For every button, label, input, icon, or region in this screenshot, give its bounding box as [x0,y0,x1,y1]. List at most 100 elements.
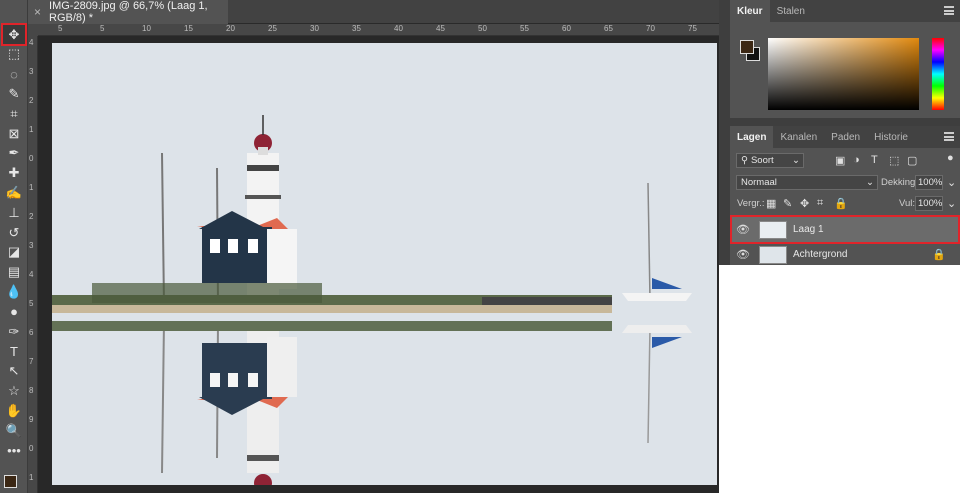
chevron-down-icon[interactable]: ⌄ [947,176,956,189]
shape-filter-icon[interactable]: ⬚ [889,154,899,167]
vertical-ruler[interactable]: 4 3 2 1 0 1 2 3 4 5 6 7 8 9 0 1 [28,36,38,493]
ruler-tick-label: 40 [394,24,403,33]
ruler-tick-label: 60 [562,24,571,33]
filter-toggle-icon[interactable]: ● [947,152,954,164]
document-tab[interactable]: × IMG-2809.jpg @ 66,7% (Laag 1, RGB/8) * [28,0,228,24]
dodge-tool-icon[interactable]: ● [3,302,25,321]
lock-icon: 🔒 [932,249,946,261]
blend-mode-value: Normaal [741,177,777,188]
ruler-tick-label: 45 [436,24,445,33]
ruler-tick-label: 3 [29,67,34,76]
smart-object-filter-icon[interactable]: ▢ [907,154,917,167]
hue-slider[interactable] [932,38,944,110]
blur-tool-icon[interactable]: 💧 [3,282,25,301]
layer-filter-select[interactable]: ⚲ Soort ⌄ [736,153,804,168]
frame-tool-icon[interactable]: ⊠ [3,124,25,143]
history-brush-tool-icon[interactable]: ↺ [3,223,25,242]
tab-kleur[interactable]: Kleur [730,0,770,22]
foreground-color-swatch[interactable] [740,40,754,54]
crop-tool-icon[interactable]: ⌗ [3,104,25,123]
color-panel-tabs: Kleur Stalen [730,0,960,22]
layer-row-laag-1[interactable]: 👁 Laag 1 [730,215,960,244]
ruler-tick-label: 10 [142,24,151,33]
opacity-label: Dekking: [881,177,918,188]
lock-label: Vergr.: [737,198,765,209]
type-tool-icon[interactable]: T [3,342,25,361]
document-area: × IMG-2809.jpg @ 66,7% (Laag 1, RGB/8) *… [28,0,719,493]
lock-artboard-icon[interactable]: ⌗ [817,197,823,210]
layer-row-achtergrond[interactable]: 👁 Achtergrond 🔒 [732,242,958,267]
close-tab-icon[interactable]: × [34,5,41,19]
ruler-tick-label: 65 [604,24,613,33]
gradient-tool-icon[interactable]: ▤ [3,263,25,282]
ruler-tick-label: 7 [29,357,34,366]
lock-all-icon[interactable]: 🔒 [834,197,848,210]
ruler-tick-label: 30 [310,24,319,33]
healing-tool-icon[interactable]: ✚ [3,164,25,183]
layer-filter-label: Soort [750,155,774,166]
move-tool-icon[interactable]: ✥ [1,23,27,46]
ruler-tick-label: 35 [352,24,361,33]
zoom-tool-icon[interactable]: 🔍 [3,421,25,440]
stamp-tool-icon[interactable]: ⊥ [3,203,25,222]
panel-gutter [719,0,730,265]
search-icon: ⚲ [741,155,748,166]
ruler-tick-label: 20 [226,24,235,33]
chevron-down-icon[interactable]: ⌄ [947,197,956,210]
tab-paden[interactable]: Paden [824,126,867,148]
layer-thumbnail [759,245,787,264]
quick-select-tool-icon[interactable]: ✎ [3,84,25,103]
ruler-tick-label: 8 [29,386,34,395]
lasso-tool-icon[interactable]: ◌ [3,65,25,84]
ruler-tick-label: 50 [478,24,487,33]
shape-tool-icon[interactable]: ☆ [3,381,25,400]
visibility-eye-icon[interactable]: 👁 [732,223,754,236]
visibility-eye-icon[interactable]: 👁 [732,248,754,261]
image-filter-icon[interactable]: ▣ [835,154,845,167]
brush-tool-icon[interactable]: ✍ [3,183,25,202]
ruler-tick-label: 2 [29,212,34,221]
tab-lagen[interactable]: Lagen [730,126,774,148]
opacity-input[interactable]: 100% [915,175,943,190]
document-tab-title: IMG-2809.jpg @ 66,7% (Laag 1, RGB/8) * [49,0,208,24]
tab-stalen[interactable]: Stalen [770,0,812,22]
tab-kanalen[interactable]: Kanalen [773,126,824,148]
hand-tool-icon[interactable]: ✋ [3,401,25,420]
ruler-tick-label: 9 [29,415,34,424]
ruler-tick-label: 6 [29,328,34,337]
document-tab-bar: × IMG-2809.jpg @ 66,7% (Laag 1, RGB/8) * [28,0,719,24]
lock-position-icon[interactable]: ✥ [800,197,809,210]
eyedropper-tool-icon[interactable]: ✒ [3,144,25,163]
horizontal-ruler[interactable]: 5 5 10 15 20 25 30 35 40 45 50 55 60 65 70 75 [38,24,719,36]
lock-transparent-icon[interactable]: ▦ [766,197,776,210]
right-panels: Kleur Stalen Lagen Kanalen Paden Histori… [730,0,960,265]
layer-name: Achtergrond [793,249,848,260]
ruler-tick-label: 5 [100,24,105,33]
opacity-value: 100% [918,177,943,188]
layer-thumbnail [759,220,787,239]
lock-image-icon[interactable]: ✎ [783,197,792,210]
pen-tool-icon[interactable]: ✑ [3,322,25,341]
ruler-tick-label: 1 [29,125,34,134]
foreground-color-swatch[interactable] [4,475,17,488]
image-canvas[interactable] [52,43,717,485]
fill-input[interactable]: 100% [915,196,943,211]
ruler-tick-label: 4 [29,38,34,47]
panel-menu-icon[interactable] [944,6,954,15]
ruler-tick-label: 70 [646,24,655,33]
panel-menu-icon[interactable] [944,132,954,141]
eraser-tool-icon[interactable]: ◪ [3,243,25,262]
ruler-tick-label: 5 [58,24,63,33]
blend-mode-select[interactable]: Normaal ⌄ [736,175,878,190]
color-field[interactable] [768,38,919,110]
ruler-tick-label: 0 [29,154,34,163]
ruler-tick-label: 15 [184,24,193,33]
ruler-tick-label: 3 [29,241,34,250]
tab-historie[interactable]: Historie [867,126,915,148]
type-filter-icon[interactable]: T [871,154,878,166]
marquee-tool-icon[interactable]: ⬚ [3,45,25,64]
more-tools-icon[interactable]: ••• [3,441,25,460]
path-select-tool-icon[interactable]: ↖ [3,362,25,381]
adjustment-filter-icon[interactable]: ◑ [853,154,860,166]
ruler-tick-label: 0 [29,444,34,453]
